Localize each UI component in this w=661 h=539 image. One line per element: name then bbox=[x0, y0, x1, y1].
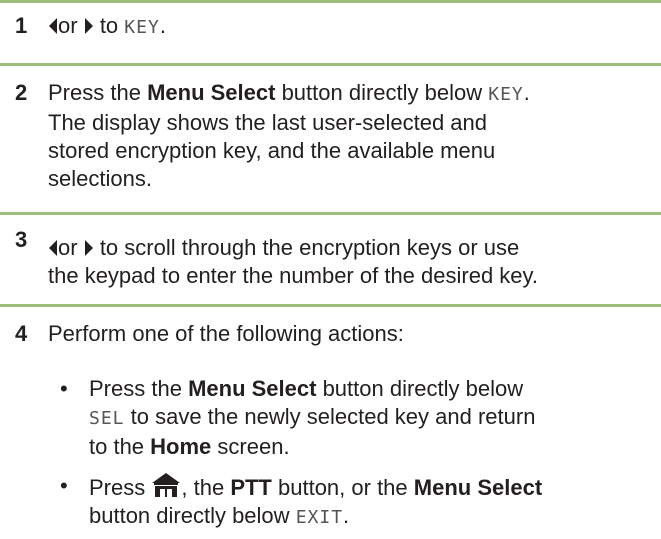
to-the-text: to the bbox=[89, 434, 145, 459]
save-key-text: to save the newly selected key and retur… bbox=[130, 404, 536, 429]
menu-select-label: Menu Select bbox=[188, 376, 317, 401]
bullet-1-line-3: to the Home screen. bbox=[89, 433, 655, 461]
key-display-text: KEY bbox=[124, 17, 160, 38]
step-2-text: Press the Menu Select button directly be… bbox=[48, 79, 656, 193]
step-number: 1 bbox=[15, 13, 28, 38]
step-divider bbox=[0, 304, 661, 307]
step-1-text: or to KEY. bbox=[48, 12, 656, 42]
step-number: 2 bbox=[15, 80, 28, 105]
bullet-1-line-2: SEL to save the newly selected key and r… bbox=[89, 403, 655, 433]
sel-display-text: SEL bbox=[89, 408, 125, 429]
instruction-page: 1 or to KEY. 2 Press the Menu Select but… bbox=[0, 0, 661, 539]
press-text: Press bbox=[89, 475, 146, 500]
press-text: Press the bbox=[48, 80, 141, 105]
step-divider bbox=[0, 63, 661, 66]
scroll-instruction-text: to scroll through the encryption keys or… bbox=[99, 235, 520, 260]
home-label: Home bbox=[150, 434, 212, 459]
bullet-2-line-1: Press , the PTT button, or the Menu Sele… bbox=[89, 472, 655, 502]
screen-text: screen. bbox=[217, 434, 290, 459]
bullet-1-text: Press the Menu Select button directly be… bbox=[89, 375, 655, 461]
ptt-label: PTT bbox=[230, 475, 272, 500]
press-text: Press the bbox=[89, 376, 182, 401]
or-text: or bbox=[58, 13, 78, 38]
exit-display-text: EXIT bbox=[295, 507, 344, 528]
menu-select-label: Menu Select bbox=[147, 80, 276, 105]
right-arrow-icon bbox=[84, 18, 93, 34]
or-text: or bbox=[58, 235, 78, 260]
bullet-symbol: • bbox=[60, 473, 68, 498]
step-2-line-4: selections. bbox=[48, 166, 152, 191]
directly-below-text: button directly below bbox=[89, 503, 290, 528]
key-display-text: KEY bbox=[488, 84, 524, 105]
period: . bbox=[343, 503, 350, 528]
after-icon-text: , the bbox=[181, 475, 225, 500]
button-or-text: button, or the bbox=[278, 475, 408, 500]
period: . bbox=[159, 13, 166, 38]
bullet-1-line-1: Press the Menu Select button directly be… bbox=[89, 375, 655, 403]
step-2-line-3: stored encryption key, and the available… bbox=[48, 138, 496, 163]
step-number: 3 bbox=[15, 227, 28, 252]
step-2-line-2: The display shows the last user-selected… bbox=[48, 110, 488, 135]
to-text: to bbox=[99, 13, 119, 38]
bullet-symbol: • bbox=[60, 376, 68, 401]
step-3-line-1: or to scroll through the encryption keys… bbox=[48, 234, 656, 262]
step-divider bbox=[0, 0, 661, 3]
step-number: 4 bbox=[15, 321, 28, 346]
bullet-2-line-2: button directly below EXIT. bbox=[89, 502, 655, 532]
period: . bbox=[523, 80, 530, 105]
directly-below-text: button directly below bbox=[281, 80, 483, 105]
bullet-2-text: Press , the PTT button, or the Menu Sele… bbox=[89, 472, 655, 532]
step-4-text: Perform one of the following actions: bbox=[48, 321, 404, 346]
right-arrow-icon bbox=[84, 240, 93, 256]
step-3-line-2: the keypad to enter the number of the de… bbox=[48, 263, 539, 288]
step-2-line-1: Press the Menu Select button directly be… bbox=[48, 79, 656, 109]
directly-below-text: button directly below bbox=[322, 376, 524, 401]
step-divider bbox=[0, 212, 661, 215]
home-button-icon bbox=[152, 473, 181, 497]
menu-select-label: Menu Select bbox=[413, 475, 543, 500]
left-arrow-icon bbox=[49, 18, 57, 34]
left-arrow-icon bbox=[49, 240, 57, 256]
step-3-text: or to scroll through the encryption keys… bbox=[48, 234, 656, 290]
